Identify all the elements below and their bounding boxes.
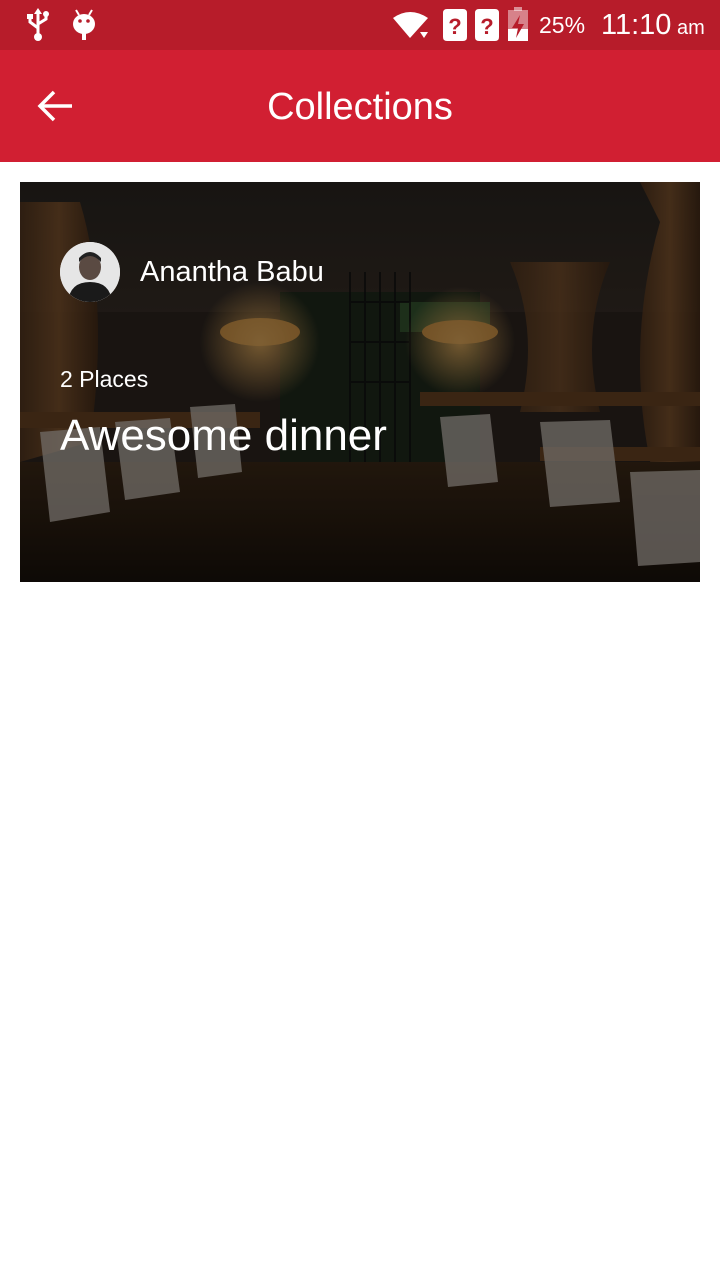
usb-icon: [27, 8, 49, 41]
collection-owner-name: Anantha Babu: [140, 256, 324, 288]
battery-percentage: 25%: [539, 12, 586, 38]
places-count: 2 Places: [60, 366, 149, 392]
wifi-icon: [393, 12, 428, 38]
svg-text:?: ?: [480, 14, 493, 39]
user-portrait-icon: [60, 242, 120, 302]
android-debug-icon: [73, 9, 95, 40]
avatar: [60, 242, 120, 302]
app-bar: Collections: [0, 50, 720, 162]
svg-text:?: ?: [448, 14, 461, 39]
sim1-unknown-icon: ?: [443, 9, 467, 41]
sim2-unknown-icon: ?: [475, 9, 499, 41]
page-title: Collections: [267, 86, 453, 128]
clock-time: 11:10: [601, 9, 672, 41]
clock-ampm: am: [677, 17, 705, 39]
collection-card[interactable]: Anantha Babu 2 Places Awesome dinner: [20, 182, 700, 582]
status-bar: ? ? 25% 11:10 am: [0, 0, 720, 50]
collection-title: Awesome dinner: [60, 411, 387, 460]
battery-charging-icon: [508, 7, 528, 41]
